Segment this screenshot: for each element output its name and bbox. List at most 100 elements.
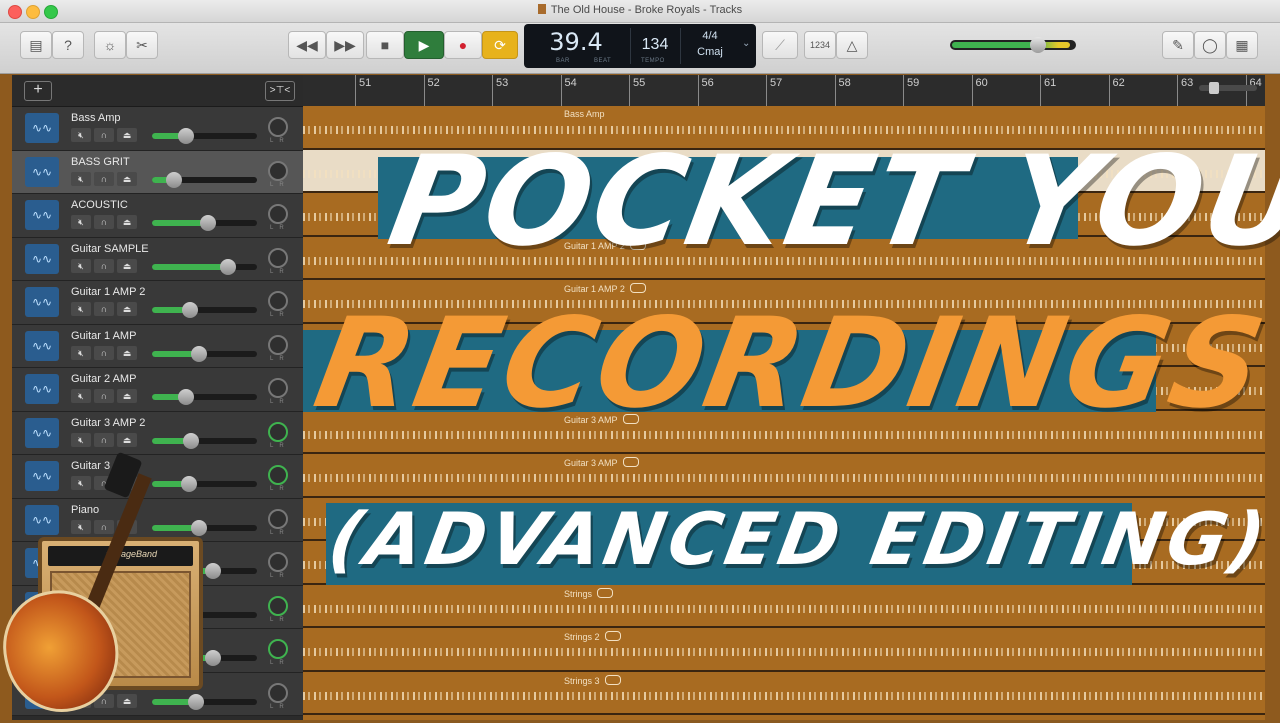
track-volume-slider[interactable] xyxy=(152,432,257,449)
region-name[interactable]: Strings 3 xyxy=(564,674,621,686)
time-signature[interactable]: 4/4 xyxy=(682,30,738,42)
mute-icon[interactable]: 🔇︎ xyxy=(71,432,91,447)
track-volume-slider[interactable] xyxy=(152,389,257,405)
mute-icon[interactable]: 🔇︎ xyxy=(71,302,91,316)
track-name[interactable]: Guitar 3 AMP 2 xyxy=(71,417,145,429)
pan-knob[interactable] xyxy=(268,378,288,398)
scissors-icon[interactable]: ✂ xyxy=(126,31,158,59)
pan-knob[interactable] xyxy=(268,508,288,529)
notepad-icon[interactable]: ✎ xyxy=(1162,31,1194,59)
region-name[interactable]: Guitar 3 AMP xyxy=(564,457,639,468)
track-lane[interactable]: Guitar 3 AMP xyxy=(303,454,1265,498)
master-volume-slider[interactable] xyxy=(950,37,1076,53)
track-name[interactable]: ACOUSTIC xyxy=(71,199,128,211)
track-lane[interactable]: Strings xyxy=(303,585,1265,628)
input-monitor-icon[interactable]: ⏏ xyxy=(117,302,137,316)
pan-knob[interactable] xyxy=(268,552,288,572)
play-icon[interactable]: ▶ xyxy=(404,31,444,59)
track-header[interactable]: ∿∿ Guitar 2 AMP 🔇︎ ∩ ⏏ LR xyxy=(12,368,303,412)
help-icon[interactable]: ? xyxy=(52,31,84,59)
tuner-icon[interactable]: ⟋ xyxy=(762,31,798,59)
track-name[interactable]: BASS GRIT xyxy=(71,156,130,168)
track-volume-slider[interactable] xyxy=(152,519,257,536)
volume-knob[interactable] xyxy=(166,171,183,188)
track-volume-slider[interactable] xyxy=(152,171,257,188)
pan-knob[interactable] xyxy=(268,465,288,485)
track-volume-slider[interactable] xyxy=(152,215,257,231)
track-name[interactable]: Guitar SAMPLE xyxy=(71,243,149,255)
count-in-button[interactable]: 1234 xyxy=(804,31,836,59)
cycle-icon[interactable]: ⟳ xyxy=(482,31,518,59)
loop-browser-icon[interactable]: ◯ xyxy=(1194,31,1226,59)
input-monitor-icon[interactable]: ⏏ xyxy=(117,389,137,403)
volume-knob[interactable] xyxy=(181,302,198,318)
volume-knob[interactable] xyxy=(191,519,208,536)
zoom-slider-knob[interactable] xyxy=(1209,82,1219,94)
mute-icon[interactable]: 🔇︎ xyxy=(71,215,91,229)
volume-knob[interactable] xyxy=(182,432,199,449)
track-volume-slider[interactable] xyxy=(152,128,257,144)
track-header[interactable]: ∿∿ Guitar SAMPLE 🔇︎ ∩ ⏏ LR xyxy=(12,237,303,281)
track-header[interactable]: ∿∿ Guitar 1 AMP 🔇︎ ∩ ⏏ LR xyxy=(12,324,303,368)
track-name[interactable]: Guitar 1 AMP xyxy=(71,330,136,342)
input-monitor-icon[interactable]: ⏏ xyxy=(117,171,137,186)
pan-knob[interactable] xyxy=(268,639,288,659)
track-header[interactable]: ∿∿ Piano 🔇︎ ∩ ⏏ LR xyxy=(12,498,303,542)
track-name[interactable]: Guitar 1 AMP 2 xyxy=(71,286,145,298)
pan-knob[interactable] xyxy=(268,421,288,442)
timeline-ruler[interactable]: 51 52 53 54 55 56 57 58 59 60 61 62 63 64 xyxy=(303,75,1265,107)
headphones-solo-icon[interactable]: ∩ xyxy=(94,519,114,534)
catch-playhead-icon[interactable]: >⊤< xyxy=(265,81,295,101)
pan-knob[interactable] xyxy=(268,595,288,616)
pan-knob[interactable] xyxy=(268,204,288,224)
mute-icon[interactable]: 🔇︎ xyxy=(71,345,91,360)
volume-knob[interactable] xyxy=(188,693,205,710)
input-monitor-icon[interactable]: ⏏ xyxy=(117,432,137,447)
track-volume-slider[interactable] xyxy=(152,345,257,362)
tempo-value[interactable]: 134 xyxy=(632,36,678,54)
mute-icon[interactable]: 🔇︎ xyxy=(71,128,91,142)
pan-knob[interactable] xyxy=(268,117,288,137)
lcd-mode-chevron-down-icon[interactable]: ⌄ xyxy=(742,38,750,49)
pan-knob[interactable] xyxy=(268,160,288,181)
volume-knob[interactable] xyxy=(177,389,194,405)
mute-icon[interactable]: 🔇︎ xyxy=(71,171,91,186)
track-lane[interactable]: Strings 2 xyxy=(303,628,1265,672)
pan-knob[interactable] xyxy=(268,247,288,268)
track-volume-slider[interactable] xyxy=(152,476,257,492)
region-name[interactable]: Strings xyxy=(564,587,614,599)
headphones-solo-icon[interactable]: ∩ xyxy=(94,215,114,229)
mute-icon[interactable]: 🔇︎ xyxy=(71,389,91,403)
rewind-icon[interactable]: ◀◀ xyxy=(288,31,326,59)
mute-icon[interactable]: 🔇︎ xyxy=(71,476,91,490)
volume-knob[interactable] xyxy=(177,128,194,144)
headphones-solo-icon[interactable]: ∩ xyxy=(94,258,114,273)
track-volume-slider[interactable] xyxy=(152,258,257,275)
key-signature[interactable]: Cmaj xyxy=(682,46,738,58)
volume-knob[interactable] xyxy=(199,215,216,231)
track-name[interactable]: Bass Amp xyxy=(71,112,121,124)
input-monitor-icon[interactable]: ⏏ xyxy=(117,215,137,229)
smart-controls-icon[interactable]: ☼ xyxy=(94,31,126,59)
track-name[interactable]: Piano xyxy=(71,504,99,516)
media-browser-icon[interactable]: ▦ xyxy=(1226,31,1258,59)
pan-knob[interactable] xyxy=(268,682,288,703)
library-icon[interactable]: ▤ xyxy=(20,31,52,59)
track-header[interactable]: ∿∿ Guitar 1 AMP 2 🔇︎ ∩ ⏏ LR xyxy=(12,281,303,325)
track-name[interactable]: Guitar 2 AMP xyxy=(71,373,136,385)
headphones-solo-icon[interactable]: ∩ xyxy=(94,171,114,186)
track-header[interactable]: ∿∿ Bass Amp 🔇︎ ∩ ⏏ LR xyxy=(12,107,303,151)
track-volume-slider[interactable] xyxy=(152,302,257,318)
region-name[interactable]: Bass Amp xyxy=(564,109,605,119)
headphones-solo-icon[interactable]: ∩ xyxy=(94,389,114,403)
input-monitor-icon[interactable]: ⏏ xyxy=(117,693,137,708)
input-monitor-icon[interactable]: ⏏ xyxy=(117,258,137,273)
volume-knob[interactable] xyxy=(219,258,236,275)
stop-icon[interactable]: ■ xyxy=(366,31,404,59)
mute-icon[interactable]: 🔇︎ xyxy=(71,258,91,273)
pan-knob[interactable] xyxy=(268,334,288,355)
headphones-solo-icon[interactable]: ∩ xyxy=(94,128,114,142)
track-header[interactable]: ∿∿ Guitar 3 AMP 🔇︎ ∩ ⏏ LR xyxy=(12,455,303,499)
volume-knob[interactable] xyxy=(204,650,221,666)
zoom-slider[interactable] xyxy=(1199,82,1257,94)
